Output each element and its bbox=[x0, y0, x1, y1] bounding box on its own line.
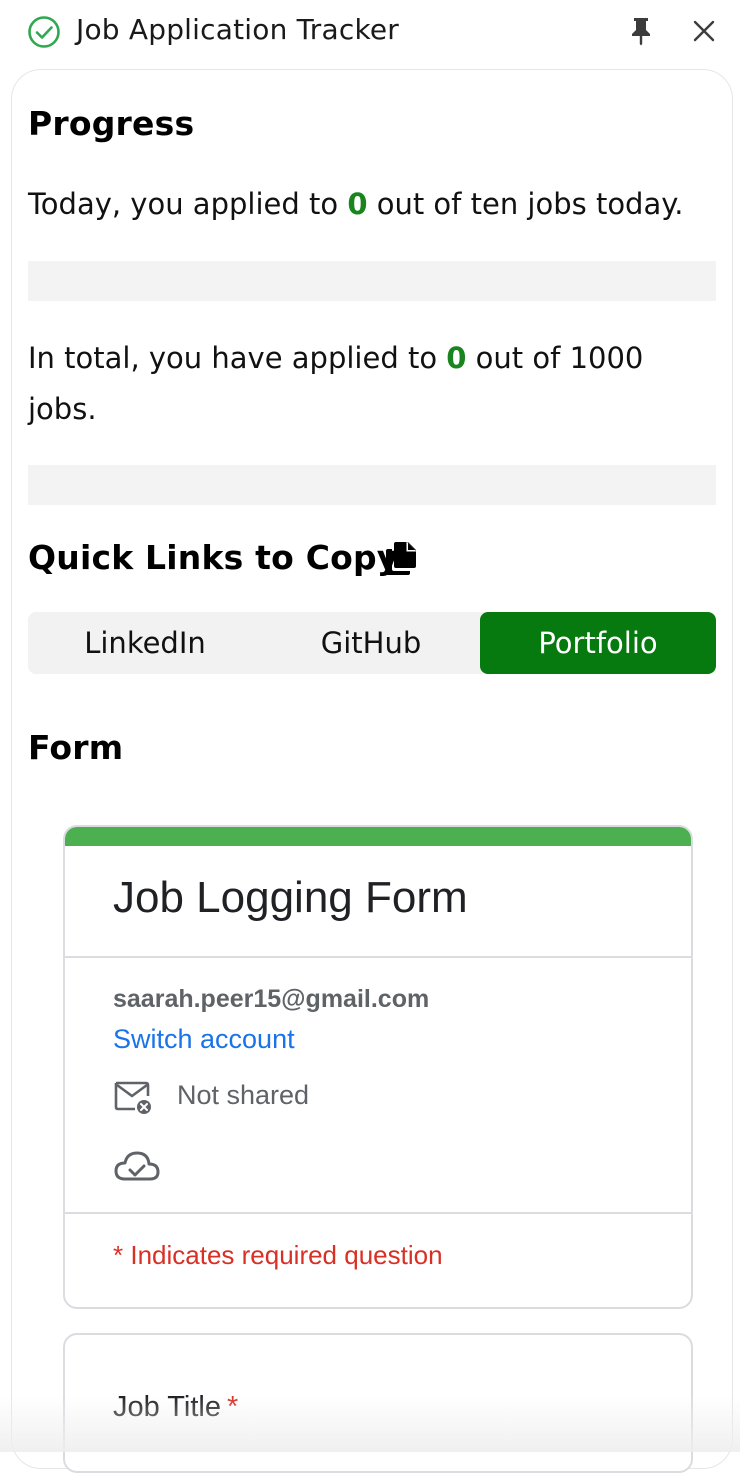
today-suffix: out of ten jobs today. bbox=[367, 187, 684, 221]
divider bbox=[65, 1212, 691, 1214]
total-progress-bar bbox=[28, 465, 716, 505]
divider bbox=[65, 956, 691, 958]
pin-icon[interactable] bbox=[628, 16, 654, 46]
progress-heading: Progress bbox=[28, 104, 195, 143]
quick-links-heading: Quick Links to Copy bbox=[28, 538, 399, 577]
today-progress-text: Today, you applied to 0 out of ten jobs … bbox=[28, 179, 714, 230]
github-link-button[interactable]: GitHub bbox=[262, 612, 480, 674]
email-not-shared-icon bbox=[114, 1081, 151, 1114]
account-email: saarah.peer15@gmail.com bbox=[113, 985, 430, 1013]
required-mark: * bbox=[227, 1391, 239, 1423]
linkedin-link-button[interactable]: LinkedIn bbox=[28, 612, 262, 674]
form-heading: Form bbox=[28, 728, 124, 767]
today-prefix: Today, you applied to bbox=[28, 187, 348, 221]
total-count: 0 bbox=[446, 341, 467, 375]
question-label-text: Job Title bbox=[113, 1391, 221, 1423]
cloud-saved-icon bbox=[114, 1151, 160, 1181]
question-card-job-title: Job Title * bbox=[63, 1333, 693, 1473]
window-title: Job Application Tracker bbox=[76, 13, 400, 46]
switch-account-link[interactable]: Switch account bbox=[113, 1024, 295, 1055]
quick-links-group: LinkedIn GitHub Portfolio bbox=[28, 612, 716, 674]
total-prefix: In total, you have applied to bbox=[28, 341, 447, 375]
google-form-header-card: Job Logging Form saarah.peer15@gmail.com… bbox=[63, 825, 693, 1309]
total-progress-text: In total, you have applied to 0 out of 1… bbox=[28, 333, 714, 435]
close-icon[interactable] bbox=[692, 19, 716, 43]
not-shared-label: Not shared bbox=[177, 1080, 310, 1110]
portfolio-link-button[interactable]: Portfolio bbox=[480, 612, 716, 674]
form-title: Job Logging Form bbox=[113, 873, 468, 922]
check-circle-icon bbox=[28, 16, 60, 48]
today-count: 0 bbox=[347, 187, 368, 221]
title-bar: Job Application Tracker bbox=[0, 0, 740, 62]
form-accent-bar bbox=[65, 827, 691, 846]
copy-icon[interactable] bbox=[384, 540, 418, 576]
today-progress-bar bbox=[28, 261, 716, 301]
required-question-note: * Indicates required question bbox=[113, 1240, 443, 1270]
question-label: Job Title * bbox=[113, 1391, 238, 1424]
